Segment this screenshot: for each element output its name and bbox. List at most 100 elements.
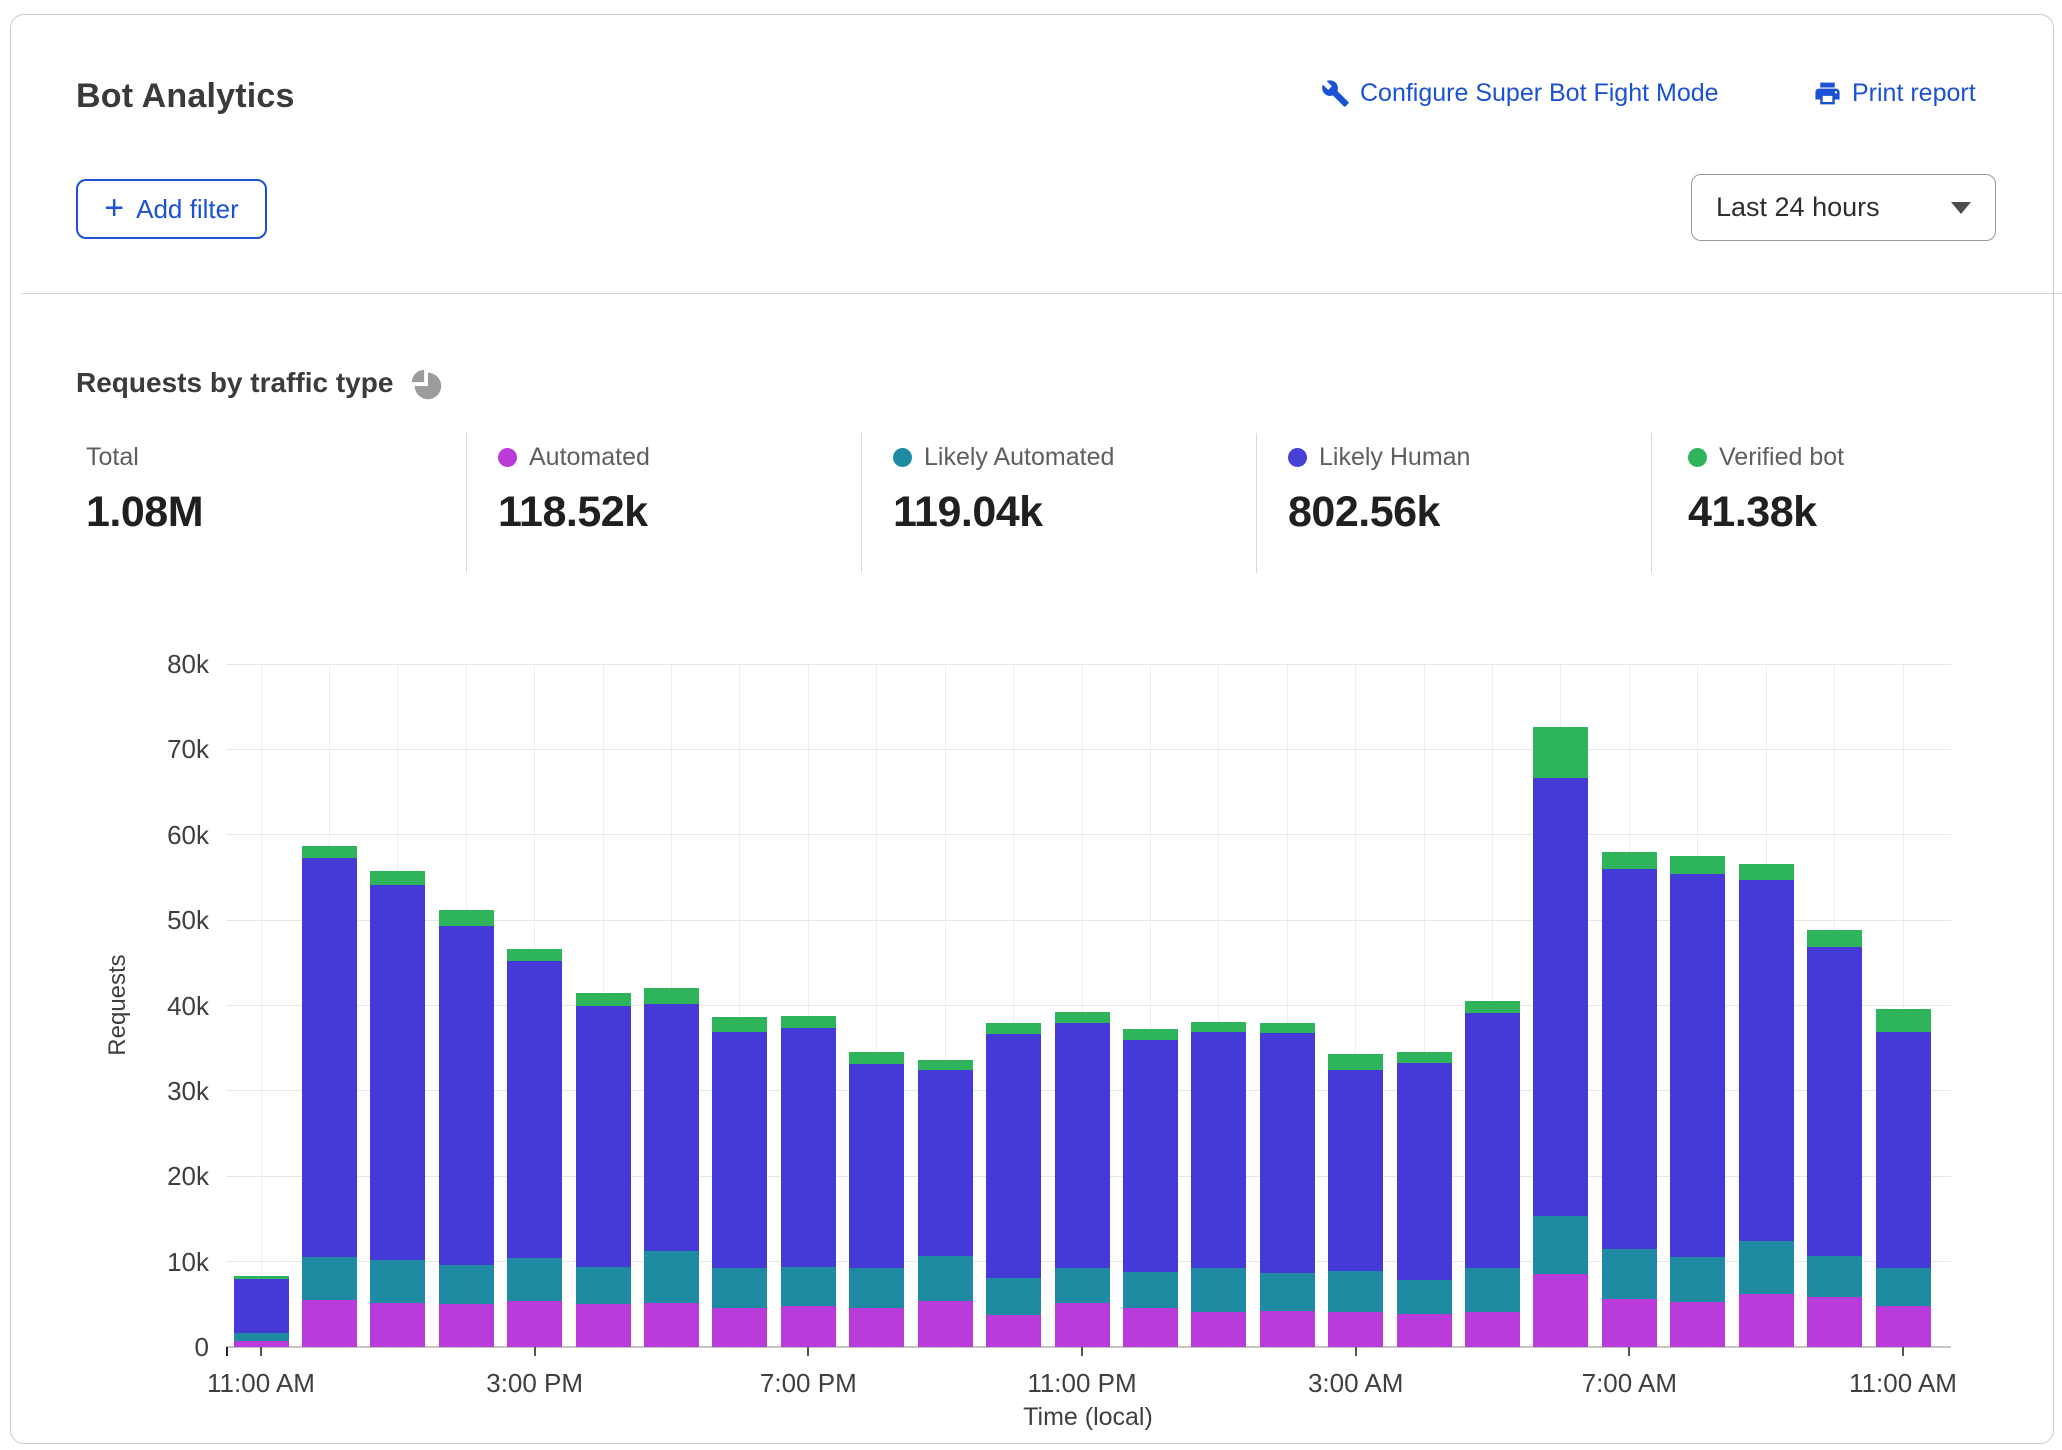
stat-block: Verified bot41.38k [1688, 443, 1844, 537]
x-tick [260, 1347, 262, 1356]
bar-segment-likely-automated [439, 1265, 494, 1304]
bar-1200pm [302, 846, 357, 1347]
bar-700pm [781, 1016, 836, 1347]
stat-label-text: Automated [529, 443, 650, 472]
bar-segment-likely-automated [302, 1257, 357, 1301]
bar-segment-automated [1191, 1312, 1246, 1347]
bar-segment-likely-human [781, 1028, 836, 1267]
printer-icon [1813, 79, 1842, 108]
bar-segment-automated [1739, 1294, 1794, 1347]
bar-segment-automated [1670, 1302, 1725, 1347]
add-filter-label: Add filter [136, 194, 239, 225]
x-tick-label: 7:00 PM [708, 1368, 908, 1399]
configure-super-bot-fight-mode-link[interactable]: Configure Super Bot Fight Mode [1321, 79, 1719, 108]
bar-segment-likely-automated [849, 1268, 904, 1307]
bar-segment-automated [918, 1301, 973, 1347]
page-title: Bot Analytics [76, 77, 295, 116]
time-range-select[interactable]: Last 24 hours [1691, 174, 1996, 241]
bar-segment-likely-human [712, 1032, 767, 1268]
bar-segment-automated [439, 1304, 494, 1347]
bar-segment-automated [781, 1306, 836, 1347]
y-tick-label: 30k [121, 1076, 209, 1107]
stat-label-text: Likely Automated [924, 443, 1114, 472]
bot-analytics-card: Bot Analytics Configure Super Bot Fight … [10, 14, 2054, 1444]
y-tick-label: 50k [121, 905, 209, 936]
stat-label: Automated [498, 443, 650, 472]
bar-segment-automated [1876, 1306, 1931, 1347]
bar-segment-likely-human [644, 1004, 699, 1252]
x-tick [1081, 1347, 1083, 1356]
bar-900am [1739, 864, 1794, 1347]
bar-segment-automated [1123, 1308, 1178, 1347]
bar-segment-automated [712, 1308, 767, 1347]
bar-segment-likely-human [507, 961, 562, 1258]
bar-segment-likely-automated [712, 1268, 767, 1307]
bar-segment-likely-automated [370, 1260, 425, 1303]
bar-segment-verified-bot [302, 846, 357, 858]
stat-block: Automated 118.52k [498, 443, 650, 537]
header-divider [21, 293, 2062, 294]
bar-segment-verified-bot [370, 871, 425, 886]
bar-segment-likely-human [1739, 880, 1794, 1241]
wrench-icon [1321, 79, 1350, 108]
bar-segment-likely-human [302, 858, 357, 1257]
bar-segment-verified-bot [507, 949, 562, 961]
bar-900pm [918, 1060, 973, 1347]
time-range-value: Last 24 hours [1716, 192, 1880, 223]
stat-dot [893, 448, 912, 467]
plus-icon: + [104, 191, 124, 225]
bar-segment-verified-bot [918, 1060, 973, 1069]
gridline-v [261, 664, 262, 1347]
bar-100pm [370, 871, 425, 1347]
bar-400pm [576, 993, 631, 1347]
x-axis-origin-tick [226, 1347, 228, 1356]
stat-value: 118.52k [498, 488, 650, 537]
bar-segment-verified-bot [1055, 1012, 1110, 1023]
y-tick-label: 20k [121, 1161, 209, 1192]
x-tick-label: 11:00 PM [982, 1368, 1182, 1399]
bar-segment-likely-automated [781, 1267, 836, 1306]
bar-segment-likely-automated [1876, 1268, 1931, 1306]
stat-label: Likely Automated [893, 443, 1114, 472]
print-report-link[interactable]: Print report [1813, 79, 1976, 108]
x-tick-label: 3:00 AM [1256, 1368, 1456, 1399]
stat-label: Verified bot [1688, 443, 1844, 472]
bar-segment-verified-bot [576, 993, 631, 1006]
y-tick-label: 10k [121, 1247, 209, 1278]
bar-segment-likely-automated [1055, 1268, 1110, 1304]
x-tick-label: 11:00 AM [161, 1368, 361, 1399]
bar-700am [1602, 852, 1657, 1347]
bar-segment-likely-human [576, 1006, 631, 1267]
print-link-label: Print report [1852, 79, 1976, 108]
bar-segment-likely-human [370, 885, 425, 1260]
stat-value: 1.08M [86, 488, 203, 537]
bar-segment-verified-bot [1123, 1029, 1178, 1040]
pie-chart-icon [409, 367, 445, 403]
bar-segment-verified-bot [712, 1017, 767, 1032]
stat-label-text: Total [86, 443, 139, 472]
bar-segment-likely-human [1260, 1033, 1315, 1273]
bar-segment-verified-bot [1602, 852, 1657, 869]
add-filter-button[interactable]: + Add filter [76, 179, 267, 239]
bar-segment-likely-human [1876, 1032, 1931, 1268]
bar-segment-verified-bot [1533, 727, 1588, 778]
y-tick-label: 70k [121, 734, 209, 765]
bar-800pm [849, 1052, 904, 1347]
bar-segment-automated [507, 1301, 562, 1347]
bar-segment-likely-automated [1191, 1268, 1246, 1312]
stat-label: Total [86, 443, 203, 472]
bar-segment-likely-human [1670, 874, 1725, 1257]
bar-100am [1191, 1022, 1246, 1347]
bar-segment-automated [370, 1303, 425, 1347]
bar-200pm [439, 910, 494, 1347]
bar-300pm [507, 949, 562, 1347]
x-tick [807, 1347, 809, 1356]
bar-segment-likely-human [1807, 947, 1862, 1256]
bar-segment-verified-bot [849, 1052, 904, 1064]
bar-segment-likely-human [849, 1064, 904, 1269]
bar-1100pm [1055, 1012, 1110, 1347]
section-title-label: Requests by traffic type [76, 367, 393, 399]
bar-1000am [1807, 930, 1862, 1347]
bar-segment-likely-automated [1465, 1268, 1520, 1312]
bar-segment-automated [849, 1308, 904, 1347]
